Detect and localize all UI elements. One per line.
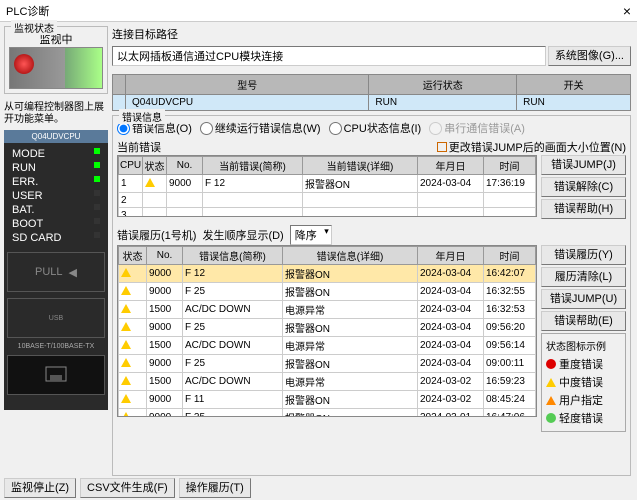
table-row[interactable]: 9000F 25报警器ON2024-03-0409:00:11 [119, 355, 536, 373]
user-error-icon [546, 396, 556, 405]
mid-error-icon [546, 378, 556, 387]
table-row[interactable]: 9000F 25报警器ON2024-03-0116:47:06 [119, 409, 536, 418]
monitor-stop-button[interactable]: 监视停止(Z) [4, 478, 76, 498]
warning-icon [121, 412, 131, 418]
csv-export-button[interactable]: CSV文件生成(F) [80, 478, 175, 498]
radio-serial: 串行通信错误(A) [429, 120, 525, 136]
history-clear-button[interactable]: 履历清除(L) [541, 267, 626, 287]
history-help-button[interactable]: 错误帮助(E) [541, 311, 626, 331]
warning-icon [121, 286, 131, 295]
model-table: 型号运行状态开关 Q04UDVCPURUNRUN [112, 74, 631, 111]
history-jump-button[interactable]: 错误JUMP(U) [541, 289, 626, 309]
plc-image[interactable]: Q04UDVCPU MODERUNERR.USERBAT.BOOTSD CARD… [4, 130, 108, 410]
order-select[interactable]: 降序 [290, 225, 332, 245]
table-row[interactable]: 9000F 12报警器ON2024-03-0416:42:07 [119, 265, 536, 283]
monitor-status-group: 监视状态 监视中 [4, 26, 108, 94]
warning-icon [145, 178, 155, 187]
table-row[interactable]: 1500AC/DC DOWN电源异常2024-03-0216:59:23 [119, 373, 536, 391]
radio-cpu-status[interactable]: CPU状态信息(I) [329, 120, 422, 136]
table-row[interactable]: 3 [119, 208, 536, 218]
table-row[interactable]: 1500AC/DC DOWN电源异常2024-03-0416:32:53 [119, 301, 536, 319]
table-row[interactable]: 1500AC/DC DOWN电源异常2024-03-0409:56:14 [119, 337, 536, 355]
ethernet-port-icon [7, 355, 105, 395]
path-value: 以太网插板通信通过CPU模块连接 [112, 46, 546, 66]
resize-checkbox[interactable]: 更改错误JUMP后的画面大小位置(N) [437, 139, 626, 155]
path-label: 连接目标路径 [112, 26, 631, 42]
error-info-group: 错误信息 错误信息(O) 继续运行错误信息(W) CPU状态信息(I) 串行通信… [112, 115, 631, 476]
legend-group: 状态图标示例 重度错误 中度错误 用户指定 轻度错误 [541, 333, 626, 432]
warning-icon [121, 376, 131, 385]
warning-icon [121, 340, 131, 349]
current-error-table: CPU状态No.当前错误(简称)当前错误(详细)年月日时间 19000F 12报… [118, 156, 536, 217]
warning-icon [121, 322, 131, 331]
minor-error-icon [546, 413, 556, 423]
table-row[interactable]: 9000F 11报警器ON2024-03-0208:45:24 [119, 391, 536, 409]
monitor-status-image [9, 47, 103, 89]
error-jump-button[interactable]: 错误JUMP(J) [541, 155, 626, 175]
warning-icon [121, 394, 131, 403]
warning-icon [121, 268, 131, 277]
radio-continue[interactable]: 继续运行错误信息(W) [200, 120, 321, 136]
table-row[interactable]: 2 [119, 193, 536, 208]
window-title: PLC诊断 [6, 3, 49, 19]
major-error-icon [546, 359, 556, 369]
table-row[interactable]: 9000F 25报警器ON2024-03-0409:56:20 [119, 319, 536, 337]
close-icon[interactable]: × [623, 3, 631, 19]
warning-icon [121, 358, 131, 367]
history-table: 状态No.错误信息(简称)错误信息(详细)年月日时间 9000F 12报警器ON… [118, 246, 536, 417]
system-image-button[interactable]: 系统图像(G)... [548, 46, 631, 66]
warning-icon [121, 304, 131, 313]
operation-history-button[interactable]: 操作履历(T) [179, 478, 251, 498]
table-row[interactable]: 9000F 25报警器ON2024-03-0416:32:55 [119, 283, 536, 301]
hint-text: 从可编程控制器图上展开功能菜单。 [4, 102, 108, 126]
history-button[interactable]: 错误履历(Y) [541, 245, 626, 265]
error-clear-button[interactable]: 错误解除(C) [541, 177, 626, 197]
table-row[interactable]: 19000F 12报警器ON2024-03-0417:36:19 [119, 175, 536, 193]
error-help-button[interactable]: 错误帮助(H) [541, 199, 626, 219]
